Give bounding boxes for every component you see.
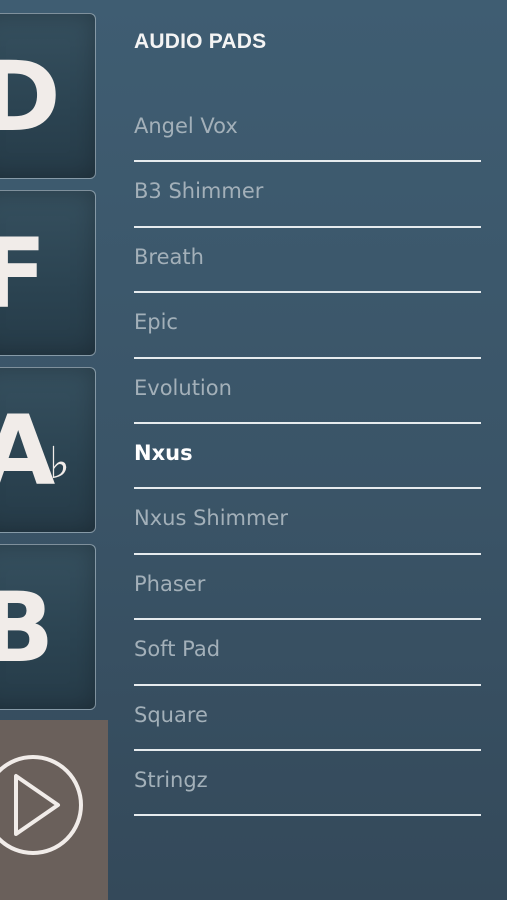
panel-title: AUDIO PADS [134, 30, 267, 53]
pad-label: Epic [134, 310, 178, 335]
pad-item-evolution[interactable]: Evolution [134, 359, 481, 424]
pad-label: Soft Pad [134, 637, 221, 662]
play-button[interactable] [0, 720, 108, 900]
play-icon [0, 755, 83, 855]
pad-label: Evolution [134, 375, 232, 400]
pad-item-b3-shimmer[interactable]: B3 Shimmer [134, 162, 481, 228]
pad-label: B3 Shimmer [134, 179, 264, 204]
flat-symbol: ♭ [49, 438, 70, 489]
pad-label: Stringz [134, 767, 208, 792]
key-letter: F [0, 219, 47, 329]
pad-item-epic[interactable]: Epic [134, 293, 481, 359]
key-letter: D [0, 42, 61, 152]
pad-item-soft-pad[interactable]: Soft Pad [134, 620, 481, 686]
key-letter: A [0, 396, 55, 506]
audio-pads-panel: AUDIO PADS Angel Vox B3 Shimmer Breath E… [134, 0, 481, 900]
pad-item-stringz[interactable]: Stringz [134, 751, 481, 817]
pad-item-square[interactable]: Square [134, 686, 481, 751]
pad-label: Nxus [134, 440, 193, 465]
pad-label: Angel Vox [134, 114, 238, 138]
pad-item-breath[interactable]: Breath [134, 228, 481, 294]
pad-item-nxus[interactable]: Nxus [134, 424, 481, 490]
key-button-f[interactable]: F [0, 190, 96, 356]
pad-list: Angel Vox B3 Shimmer Breath Epic Evoluti… [134, 97, 481, 817]
key-button-d[interactable]: D [0, 13, 96, 179]
key-letter: B [0, 573, 54, 683]
pad-item-angel-vox[interactable]: Angel Vox [134, 97, 481, 163]
key-selector: D F A ♭ B [0, 0, 108, 900]
pad-label: Phaser [134, 571, 206, 596]
pad-item-nxus-shimmer[interactable]: Nxus Shimmer [134, 489, 481, 555]
pad-label: Breath [134, 244, 204, 269]
pad-label: Square [134, 702, 208, 727]
key-button-b[interactable]: B [0, 544, 96, 710]
key-button-a-flat[interactable]: A ♭ [0, 367, 96, 533]
pad-item-phaser[interactable]: Phaser [134, 555, 481, 621]
pad-label: Nxus Shimmer [134, 506, 289, 531]
